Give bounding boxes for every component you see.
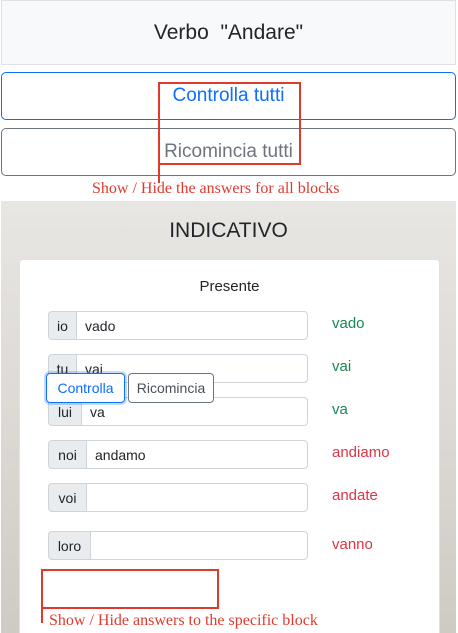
indicativo-section: INDICATIVO Presente io vado tu vai lui v… [1, 201, 456, 633]
answer-input-loro[interactable] [90, 531, 308, 560]
pronoun-label: voi [48, 483, 86, 512]
correct-answer-voi: andate [332, 487, 378, 504]
correct-answer-io: vado [332, 315, 365, 332]
presente-block: Presente io vado tu vai lui va noi andia… [19, 259, 440, 633]
annotation-global-note: Show / Hide the answers for all blocks [92, 180, 340, 197]
answer-input-io[interactable] [76, 311, 308, 340]
check-all-button[interactable]: Controlla tutti [1, 72, 456, 120]
correct-answer-loro: vanno [332, 536, 373, 553]
correct-answer-tu: vai [332, 358, 352, 375]
pronoun-label: io [48, 311, 76, 340]
section-title: INDICATIVO [169, 219, 288, 242]
reset-block-button[interactable]: Ricomincia [128, 373, 214, 403]
conjugation-row-io: io [48, 311, 308, 340]
correct-answer-noi: andiamo [332, 444, 390, 461]
check-block-button[interactable]: Controlla [46, 373, 125, 403]
block-title: Presente [199, 278, 260, 295]
pronoun-label: noi [48, 440, 86, 469]
answer-input-voi[interactable] [86, 483, 308, 512]
page-title: Verbo "Andare" [1, 0, 456, 65]
annotation-block-note: Show / Hide answers to the specific bloc… [49, 612, 318, 629]
conjugation-row-voi: voi [48, 483, 308, 512]
correct-answer-lui: va [332, 401, 348, 418]
reset-all-button[interactable]: Ricomincia tutti [1, 128, 456, 176]
conjugation-row-noi: noi [48, 440, 308, 469]
pronoun-label: loro [48, 531, 90, 560]
answer-input-noi[interactable] [86, 440, 308, 469]
conjugation-row-loro: loro [48, 531, 308, 560]
